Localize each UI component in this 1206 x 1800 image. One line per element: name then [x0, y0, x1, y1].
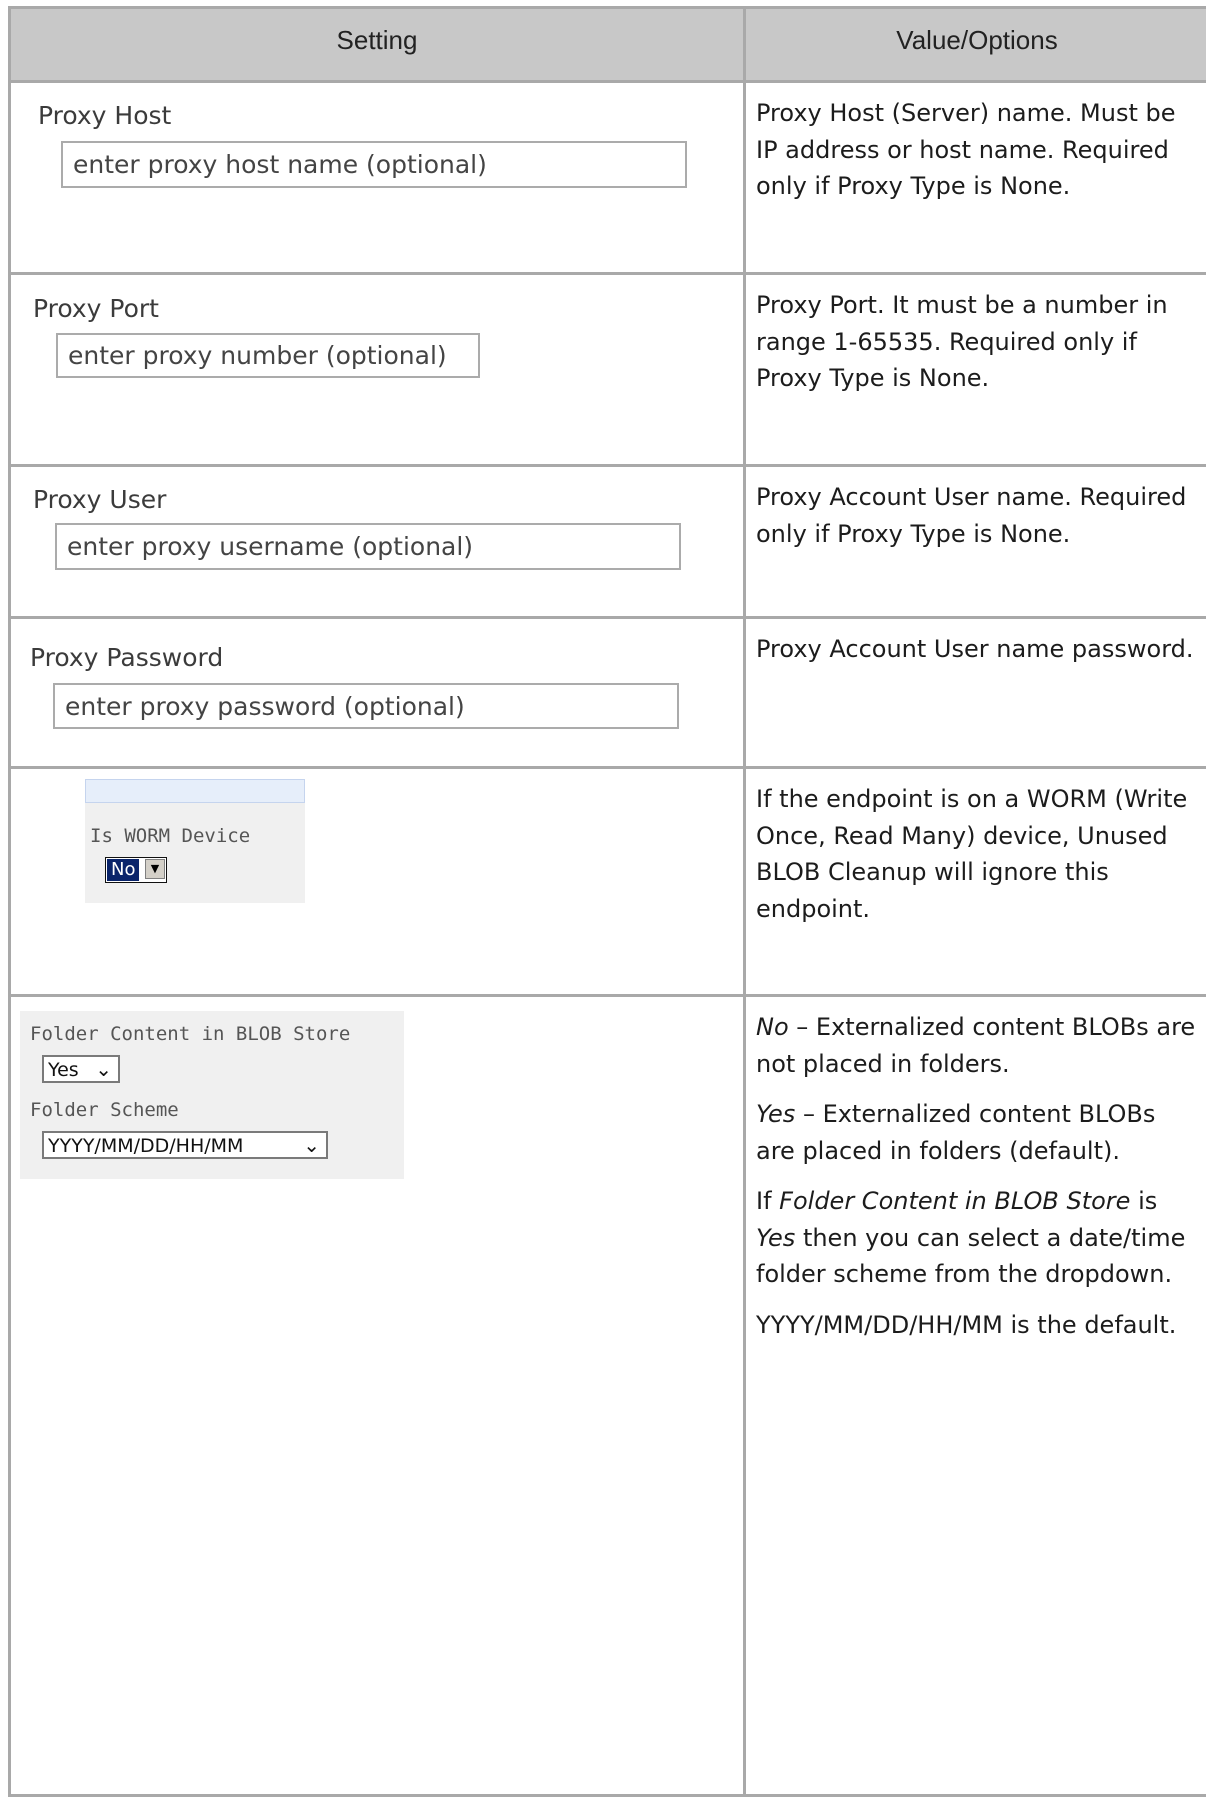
proxy-user-field[interactable] [55, 523, 681, 570]
folder-settings-panel: Folder Content in BLOB Store Yes ⌄ Folde… [20, 1011, 404, 1179]
worm-device-label: Is WORM Device [90, 825, 251, 847]
setting-cell: Is WORM Device No ▼ [8, 766, 746, 997]
proxy-host-field[interactable] [61, 141, 687, 188]
folder-content-select[interactable]: Yes ⌄ [42, 1055, 120, 1083]
table-row: Is WORM Device No ▼ If the endpoint is o… [8, 766, 1206, 997]
value-options-cell: No – Externalized content BLOBs are not … [743, 994, 1206, 1797]
folder-scheme-select-value: YYYY/MM/DD/HH/MM [48, 1135, 244, 1157]
setting-cell: Folder Content in BLOB Store Yes ⌄ Folde… [8, 994, 746, 1797]
worm-device-panel: Is WORM Device No ▼ [85, 779, 305, 903]
folder-scheme-select[interactable]: YYYY/MM/DD/HH/MM ⌄ [42, 1131, 328, 1159]
proxy-user-snippet: Proxy User [11, 467, 741, 607]
worm-device-select-value: No [105, 858, 141, 882]
proxy-host-description: Proxy Host (Server) name. Must be IP add… [756, 99, 1176, 200]
proxy-port-description: Proxy Port. It must be a number in range… [756, 291, 1168, 392]
setting-cell: Proxy Password [8, 616, 746, 769]
worm-device-select[interactable]: No ▼ [105, 857, 167, 883]
proxy-port-field[interactable] [56, 333, 480, 378]
chevron-down-icon: ⌄ [95, 1057, 112, 1081]
folder-content-label: Folder Content in BLOB Store [30, 1023, 351, 1045]
setting-cell: Proxy User [8, 464, 746, 619]
value-options-cell: If the endpoint is on a WORM (Write Once… [743, 766, 1206, 997]
proxy-password-label: Proxy Password [30, 643, 224, 672]
proxy-password-input[interactable] [55, 685, 677, 727]
folder-yes-description: Yes – Externalized content BLOBs are pla… [756, 1100, 1156, 1165]
document-page: Setting Value/Options Proxy Host Proxy H… [0, 0, 1206, 1800]
value-options-cell: Proxy Host (Server) name. Must be IP add… [743, 80, 1206, 275]
value-options-cell: Proxy Account User name password. [743, 616, 1206, 769]
setting-cell: Proxy Port [8, 272, 746, 467]
table-row: Proxy User Proxy Account User name. Requ… [8, 464, 1206, 619]
proxy-port-snippet: Proxy Port [20, 290, 524, 394]
folder-no-description: No – Externalized content BLOBs are not … [756, 1013, 1196, 1078]
table-row: Proxy Host Proxy Host (Server) name. Mus… [8, 80, 1206, 275]
proxy-port-input[interactable] [58, 335, 478, 376]
table-row: Proxy Port Proxy Port. It must be a numb… [8, 272, 1206, 467]
dropdown-arrow-icon[interactable]: ▼ [145, 859, 165, 879]
worm-device-description: If the endpoint is on a WORM (Write Once… [756, 785, 1188, 923]
value-options-cell: Proxy Port. It must be a number in range… [743, 272, 1206, 467]
proxy-host-label: Proxy Host [38, 101, 172, 130]
proxy-host-snippet: Proxy Host [11, 83, 741, 263]
proxy-user-description: Proxy Account User name. Required only i… [756, 483, 1187, 548]
column-header-value-options: Value/Options [743, 6, 1206, 83]
folder-default-description: YYYY/MM/DD/HH/MM is the default. [756, 1310, 1177, 1339]
column-header-setting: Setting [8, 6, 746, 83]
proxy-host-input[interactable] [63, 143, 685, 186]
proxy-password-snippet: Proxy Password [20, 631, 710, 737]
folder-content-select-value: Yes [48, 1059, 79, 1081]
table-header-row: Setting Value/Options [8, 6, 1206, 83]
panel-header-bar [85, 779, 305, 803]
chevron-down-icon: ⌄ [303, 1133, 320, 1157]
table-row: Folder Content in BLOB Store Yes ⌄ Folde… [8, 994, 1206, 1797]
value-options-cell: Proxy Account User name. Required only i… [743, 464, 1206, 619]
folder-scheme-description: If Folder Content in BLOB Store is Yes t… [756, 1187, 1186, 1288]
proxy-user-label: Proxy User [33, 485, 167, 514]
proxy-port-label: Proxy Port [33, 294, 159, 323]
proxy-password-description: Proxy Account User name password. [756, 635, 1194, 663]
proxy-user-input[interactable] [57, 525, 679, 568]
setting-cell: Proxy Host [8, 80, 746, 275]
settings-table: Setting Value/Options Proxy Host Proxy H… [8, 6, 1206, 1797]
table-row: Proxy Password Proxy Account User name p… [8, 616, 1206, 769]
proxy-password-field[interactable] [53, 683, 679, 729]
folder-scheme-label: Folder Scheme [30, 1099, 179, 1121]
